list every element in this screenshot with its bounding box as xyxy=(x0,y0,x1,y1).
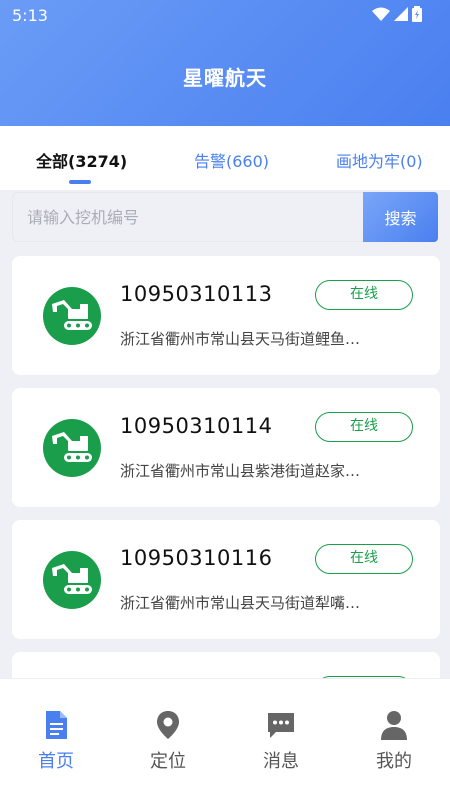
device-address: 浙江省衢州市常山县天马街道鲤鱼… xyxy=(120,330,361,348)
message-icon xyxy=(268,713,294,738)
nav-messages-label: 消息 xyxy=(263,751,299,772)
tab-all[interactable]: 全部(3274) xyxy=(36,148,127,172)
tab-geofence[interactable]: 画地为牢(0) xyxy=(336,148,423,172)
status-time: 5:13 xyxy=(12,6,48,25)
tab-alarm[interactable]: 告警(660) xyxy=(194,148,269,172)
location-pin-icon xyxy=(157,711,179,739)
nav-messages[interactable]: 消息 xyxy=(241,709,321,773)
search-row: 搜索 xyxy=(12,192,438,242)
nav-profile-label: 我的 xyxy=(376,751,412,772)
app-title: 星曜航天 xyxy=(183,66,267,90)
tab-active-indicator xyxy=(69,180,91,184)
nav-home-label: 首页 xyxy=(38,751,74,772)
battery-icon xyxy=(412,6,422,22)
main-content: 全部(3274) 告警(660) 画地为牢(0) 搜索 10950310113 … xyxy=(0,126,450,678)
excavator-icon xyxy=(43,551,101,609)
device-id: 10950310113 xyxy=(120,282,273,306)
device-card[interactable]: 10950310114 在线 浙江省衢州市常山县紫港街道赵家… xyxy=(12,388,440,507)
status-badge: 在线 xyxy=(315,280,413,310)
device-card[interactable] xyxy=(12,652,440,678)
device-card[interactable]: 10950310116 在线 浙江省衢州市常山县天马街道犁嘴… xyxy=(12,520,440,639)
excavator-icon xyxy=(43,287,101,345)
excavator-icon xyxy=(43,419,101,477)
status-badge: 在线 xyxy=(315,412,413,442)
search-input[interactable] xyxy=(12,192,364,242)
bottom-nav: 首页 定位 消息 我的 xyxy=(0,678,450,800)
device-address: 浙江省衢州市常山县紫港街道赵家… xyxy=(120,462,361,480)
nav-location-label: 定位 xyxy=(150,751,186,772)
device-id: 10950310114 xyxy=(120,414,273,438)
search-button[interactable]: 搜索 xyxy=(363,192,438,242)
device-address: 浙江省衢州市常山县天马街道犁嘴… xyxy=(120,594,361,612)
device-card[interactable]: 10950310113 在线 浙江省衢州市常山县天马街道鲤鱼… xyxy=(12,256,440,375)
wifi-icon xyxy=(372,7,390,21)
nav-profile[interactable]: 我的 xyxy=(354,709,434,773)
status-bar: 5:13 xyxy=(0,0,450,32)
device-id: 10950310116 xyxy=(120,546,273,570)
nav-location[interactable]: 定位 xyxy=(128,709,208,773)
status-icons xyxy=(372,6,422,22)
status-badge: 在线 xyxy=(315,544,413,574)
person-icon xyxy=(381,711,407,740)
signal-icon xyxy=(394,7,408,21)
tab-bar: 全部(3274) 告警(660) 画地为牢(0) xyxy=(0,126,450,190)
nav-home[interactable]: 首页 xyxy=(16,709,96,773)
document-icon xyxy=(46,711,67,739)
app-header: 5:13 星曜航天 xyxy=(0,0,450,126)
